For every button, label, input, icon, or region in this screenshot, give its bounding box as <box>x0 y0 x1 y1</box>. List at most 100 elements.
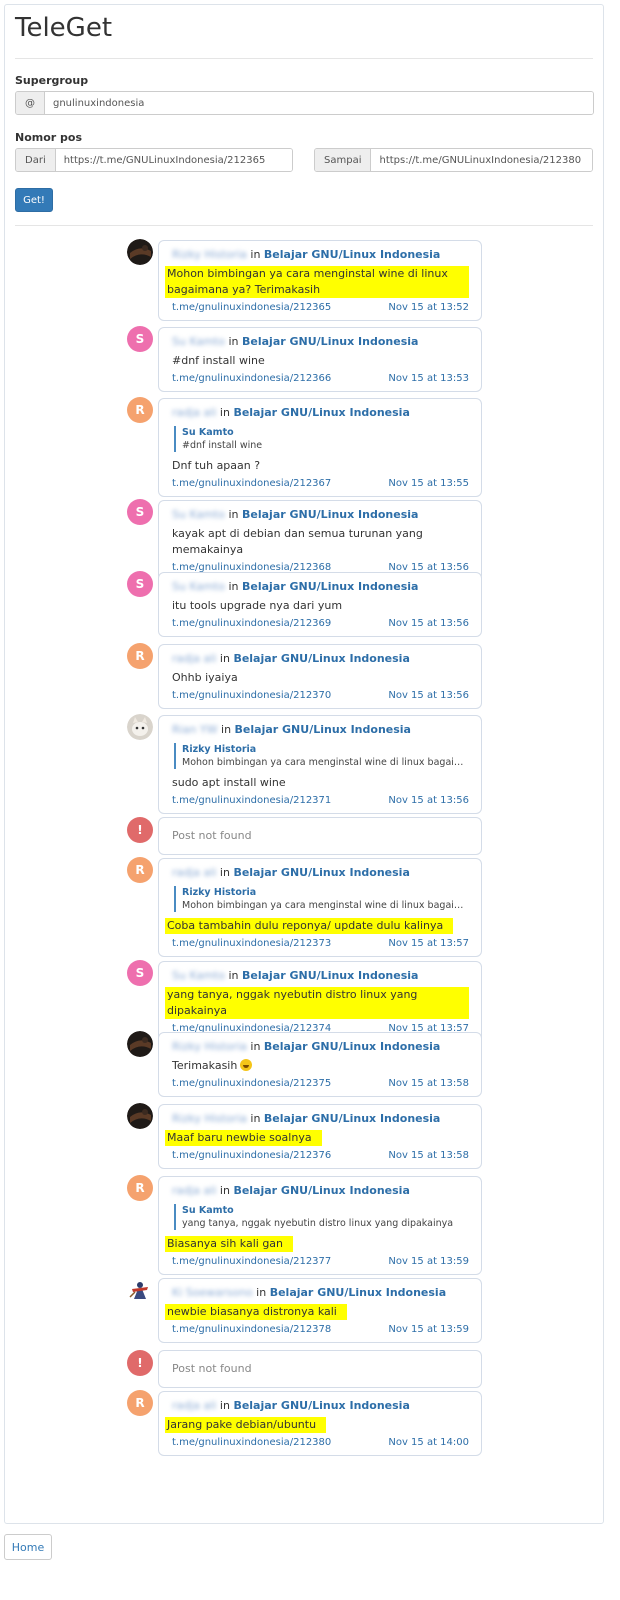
author-name[interactable]: Su Kamto <box>172 508 225 521</box>
group-link[interactable]: Belajar GNU/Linux Indonesia <box>242 508 418 521</box>
author-name[interactable]: Rizky Historia <box>172 248 247 261</box>
post-permalink[interactable]: t.me/gnulinuxindonesia/212375 <box>172 1077 331 1091</box>
author-name[interactable]: Su Kamto <box>172 335 225 348</box>
from-input[interactable] <box>55 149 292 171</box>
in-word: in <box>216 406 234 419</box>
post-footer: t.me/gnulinuxindonesia/212373 Nov 15 at 1… <box>172 937 469 951</box>
post-permalink[interactable]: t.me/gnulinuxindonesia/212378 <box>172 1323 331 1337</box>
group-link[interactable]: Belajar GNU/Linux Indonesia <box>233 866 409 879</box>
post-permalink[interactable]: t.me/gnulinuxindonesia/212369 <box>172 617 331 631</box>
post-timestamp: Nov 15 at 13:53 <box>388 373 469 384</box>
group-link[interactable]: Belajar GNU/Linux Indonesia <box>233 1184 409 1197</box>
post-header: Rian YW in Belajar GNU/Linux Indonesia <box>172 722 469 738</box>
get-button[interactable]: Get! <box>15 188 53 212</box>
group-link[interactable]: Belajar GNU/Linux Indonesia <box>264 1040 440 1053</box>
in-word: in <box>246 1112 264 1125</box>
divider <box>15 225 593 226</box>
author-name[interactable]: radja ali <box>172 866 216 879</box>
message-bubble: Rizky Historia in Belajar GNU/Linux Indo… <box>158 240 482 321</box>
author-name[interactable]: Rian YW <box>172 723 218 736</box>
message-bubble: Su Kamto in Belajar GNU/Linux Indonesia y… <box>158 961 482 1042</box>
group-link[interactable]: Belajar GNU/Linux Indonesia <box>233 652 409 665</box>
message-text: itu tools upgrade nya dari yum <box>172 598 469 614</box>
group-link[interactable]: Belajar GNU/Linux Indonesia <box>235 723 411 736</box>
group-link[interactable]: Belajar GNU/Linux Indonesia <box>233 1399 409 1412</box>
post-permalink[interactable]: t.me/gnulinuxindonesia/212366 <box>172 372 331 386</box>
post-card: Rradja ali in Belajar GNU/Linux Indonesi… <box>127 1175 482 1275</box>
post-header: Su Kamto in Belajar GNU/Linux Indonesia <box>172 968 469 984</box>
post-header: Su Kamto in Belajar GNU/Linux Indonesia <box>172 334 469 350</box>
post-footer: t.me/gnulinuxindonesia/212380 Nov 15 at 1… <box>172 1436 469 1450</box>
post-card: Rradja ali in Belajar GNU/Linux Indonesi… <box>127 643 482 709</box>
author-name[interactable]: Su Kamto <box>172 580 225 593</box>
text-content: sudo apt install wine <box>172 776 286 789</box>
author-name[interactable]: Su Kamto <box>172 969 225 982</box>
in-word: in <box>224 969 243 982</box>
author-name[interactable]: Rizky Historia <box>172 1040 247 1053</box>
author-name[interactable]: radja ali <box>172 652 216 665</box>
to-input-group: Sampai <box>314 148 593 172</box>
author-name[interactable]: radja ali <box>172 1184 216 1197</box>
author-name[interactable]: radja ali <box>172 1399 216 1412</box>
quote-text: #dnf install wine <box>182 440 263 451</box>
group-link[interactable]: Belajar GNU/Linux Indonesia <box>233 406 409 419</box>
message-text: kayak apt di debian dan semua turunan ya… <box>172 526 469 558</box>
not-found-icon: ! <box>127 817 153 843</box>
highlighted-text: Biasanya sih kali gan <box>165 1236 294 1252</box>
text-content: #dnf install wine <box>172 354 265 367</box>
supergroup-input-group: @ <box>15 91 594 115</box>
message-bubble: Rizky Historia in Belajar GNU/Linux Indo… <box>158 1104 482 1169</box>
message-text: Dnf tuh apaan ? <box>172 458 469 474</box>
author-name[interactable]: Ki Soewarsono <box>172 1286 253 1299</box>
home-button[interactable]: Home <box>4 1534 52 1560</box>
post-footer: t.me/gnulinuxindonesia/212378 Nov 15 at 1… <box>172 1323 469 1337</box>
user-avatar: R <box>127 857 153 883</box>
post-permalink[interactable]: t.me/gnulinuxindonesia/212380 <box>172 1436 331 1450</box>
from-input-group: Dari <box>15 148 293 172</box>
message-text: #dnf install wine <box>172 353 469 369</box>
post-permalink[interactable]: t.me/gnulinuxindonesia/212376 <box>172 1149 331 1163</box>
group-link[interactable]: Belajar GNU/Linux Indonesia <box>242 969 418 982</box>
message-bubble: Rian YW in Belajar GNU/Linux Indonesia Ri… <box>158 715 482 814</box>
post-header: Rizky Historia in Belajar GNU/Linux Indo… <box>172 1039 469 1055</box>
reply-quote: Su Kamto yang tanya, nggak nyebutin distr… <box>174 1204 469 1230</box>
post-header: Su Kamto in Belajar GNU/Linux Indonesia <box>172 579 469 595</box>
group-link[interactable]: Belajar GNU/Linux Indonesia <box>264 1112 440 1125</box>
post-permalink[interactable]: t.me/gnulinuxindonesia/212367 <box>172 477 331 491</box>
user-avatar: S <box>127 960 153 986</box>
not-found-icon: ! <box>127 1350 153 1376</box>
post-permalink[interactable]: t.me/gnulinuxindonesia/212371 <box>172 794 331 808</box>
quote-text: yang tanya, nggak nyebutin distro linux … <box>182 1218 454 1229</box>
quote-author: Rizky Historia <box>182 887 257 898</box>
group-link[interactable]: Belajar GNU/Linux Indonesia <box>264 248 440 261</box>
post-permalink[interactable]: t.me/gnulinuxindonesia/212373 <box>172 937 331 951</box>
reply-quote: Rizky Historia Mohon bimbingan ya cara me… <box>174 886 469 912</box>
post-header: Ki Soewarsono in Belajar GNU/Linux Indon… <box>172 1285 469 1301</box>
message-text: Mohon bimbingan ya cara menginstal wine … <box>165 266 469 298</box>
post-card: S Su Kamto in Belajar GNU/Linux Indonesia… <box>127 571 482 637</box>
group-link[interactable]: Belajar GNU/Linux Indonesia <box>270 1286 446 1299</box>
supergroup-input[interactable] <box>45 92 593 114</box>
message-bubble: Su Kamto in Belajar GNU/Linux Indonesia #… <box>158 327 482 392</box>
post-footer: t.me/gnulinuxindonesia/212369 Nov 15 at 1… <box>172 617 469 631</box>
message-text: newbie biasanya distronya kali <box>165 1304 469 1320</box>
author-name[interactable]: radja ali <box>172 406 216 419</box>
in-word: in <box>216 1184 234 1197</box>
group-link[interactable]: Belajar GNU/Linux Indonesia <box>242 580 418 593</box>
to-input[interactable] <box>371 149 592 171</box>
user-avatar: S <box>127 571 153 597</box>
post-header: radja ali in Belajar GNU/Linux Indonesia <box>172 405 469 421</box>
supergroup-label: Supergroup <box>15 74 89 87</box>
author-name[interactable]: Rizky Historia <box>172 1112 247 1125</box>
post-permalink[interactable]: t.me/gnulinuxindonesia/212377 <box>172 1255 331 1269</box>
quote-author: Su Kamto <box>182 427 234 438</box>
post-header: Su Kamto in Belajar GNU/Linux Indonesia <box>172 507 469 523</box>
app-title: TeleGet <box>15 13 113 43</box>
post-permalink[interactable]: t.me/gnulinuxindonesia/212365 <box>172 301 331 315</box>
group-link[interactable]: Belajar GNU/Linux Indonesia <box>242 335 418 348</box>
post-not-found: ! Post not found <box>127 817 482 855</box>
post-permalink[interactable]: t.me/gnulinuxindonesia/212370 <box>172 689 331 703</box>
user-avatar: S <box>127 326 153 352</box>
quote-text: Mohon bimbingan ya cara menginstal wine … <box>182 900 469 911</box>
message-bubble: radja ali in Belajar GNU/Linux Indonesia… <box>158 1391 482 1456</box>
